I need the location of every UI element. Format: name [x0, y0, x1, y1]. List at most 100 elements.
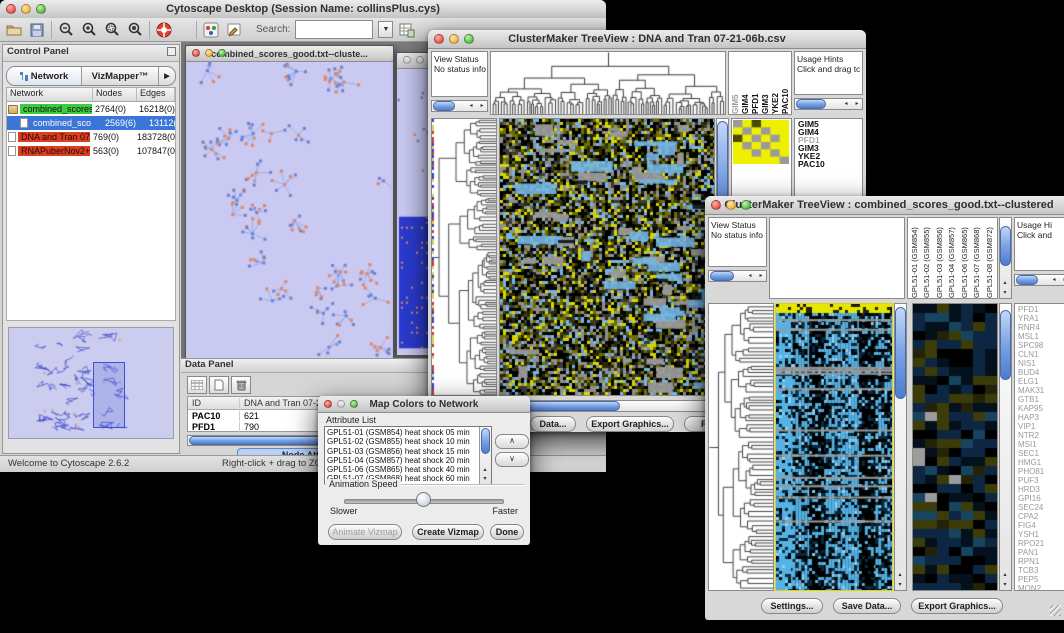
overview-viewport-rect[interactable]	[93, 362, 125, 428]
network-list-header[interactable]: Network Nodes Edges	[7, 88, 175, 102]
scroll-up-icon[interactable]	[1000, 278, 1010, 288]
gene-label[interactable]: GPI16	[1018, 494, 1064, 503]
scroll-left-icon[interactable]	[841, 99, 851, 109]
gene-label[interactable]: CPA2	[1018, 512, 1064, 521]
create-vizmap-button[interactable]: Create Vizmap	[412, 524, 484, 540]
slider-thumb[interactable]	[416, 492, 431, 507]
gene-label[interactable]: NIS1	[1018, 359, 1064, 368]
column-label[interactable]: GPL51-03 (GSM856)	[935, 220, 947, 298]
network-row[interactable]: RNAPuberNov2+ 563(0) 107847(0)	[7, 144, 175, 158]
network-row[interactable]: combined_sco 2569(6) 13112(15)	[7, 116, 175, 130]
minimize-button[interactable]	[726, 200, 736, 210]
search-input[interactable]	[295, 20, 373, 39]
scrollbar-thumb[interactable]	[1000, 310, 1011, 380]
column-label[interactable]: PFD1	[751, 54, 761, 114]
minimize-button[interactable]	[205, 49, 213, 57]
gene-label[interactable]: MSL1	[1018, 332, 1064, 341]
scroll-right-icon[interactable]	[852, 99, 862, 109]
gene-label[interactable]: HMG1	[1018, 458, 1064, 467]
minimize-button[interactable]	[21, 4, 31, 14]
save-icon[interactable]	[28, 21, 46, 39]
network-view-titlebar[interactable]: combined_scores_good.txt--cluste...	[186, 46, 393, 62]
close-button[interactable]	[711, 200, 721, 210]
gene-dendrogram-pane[interactable]	[431, 118, 497, 396]
global-heatmap-pane[interactable]	[775, 303, 893, 591]
gene-label[interactable]: SEC24	[1018, 503, 1064, 512]
zoom-button[interactable]	[218, 49, 226, 57]
vizmap-dots-icon[interactable]	[202, 21, 220, 39]
zoom-button[interactable]	[464, 34, 474, 44]
network-row[interactable]: combined_scores 2764(0) 16218(0)	[7, 102, 175, 116]
gene-label[interactable]: HRD3	[1018, 485, 1064, 494]
network-graph-canvas[interactable]	[186, 62, 391, 357]
gene-label[interactable]: RPN1	[1018, 557, 1064, 566]
float-panel-icon[interactable]	[167, 47, 176, 56]
gene-label[interactable]: FIG4	[1018, 521, 1064, 530]
gene-label[interactable]: RNR4	[1018, 323, 1064, 332]
close-button[interactable]	[192, 49, 200, 57]
settings-button[interactable]: Settings...	[761, 598, 823, 614]
scroll-right-icon[interactable]	[477, 101, 487, 111]
gene-label[interactable]: NTR2	[1018, 431, 1064, 440]
help-life-ring-icon[interactable]	[155, 21, 173, 39]
gene-label[interactable]: PFD1	[1018, 305, 1064, 314]
tab-vizmapper[interactable]: VizMapper™	[82, 67, 159, 85]
global-vscrollbar[interactable]	[894, 303, 907, 591]
gene-label[interactable]: PAN1	[1018, 548, 1064, 557]
zoom-selected-icon[interactable]	[103, 21, 121, 39]
scroll-down-icon[interactable]	[1000, 288, 1010, 298]
column-label[interactable]: YKE2	[771, 54, 781, 114]
attribute-list-scrollbar[interactable]	[479, 427, 491, 484]
usage-hscrollbar[interactable]	[1014, 274, 1064, 286]
import-table-icon[interactable]	[398, 21, 416, 39]
open-file-icon[interactable]	[5, 21, 23, 39]
status-hscrollbar[interactable]	[431, 100, 488, 112]
scroll-up-icon[interactable]	[895, 570, 905, 580]
export-graphics-button[interactable]: Export Graphics...	[586, 416, 674, 432]
scroll-left-icon[interactable]	[466, 101, 476, 111]
move-down-button[interactable]: ∨	[495, 452, 529, 467]
scroll-down-icon[interactable]	[1000, 580, 1010, 590]
column-label[interactable]: GPL51-02 (GSM855)	[922, 220, 934, 298]
attribute-item[interactable]: GPL51-01 (GSM854) heat shock 05 min	[325, 428, 491, 437]
scroll-down-icon[interactable]	[480, 474, 490, 484]
attribute-item[interactable]: GPL51-06 (GSM865) heat shock 40 min	[325, 465, 491, 474]
gene-label[interactable]: RPO21	[1018, 539, 1064, 548]
scroll-up-icon[interactable]	[1000, 570, 1010, 580]
gene-label[interactable]: SPC98	[1018, 341, 1064, 350]
table-grid-icon[interactable]	[187, 376, 207, 394]
column-label[interactable]: GIM3	[761, 54, 771, 114]
zoom-button[interactable]	[36, 4, 46, 14]
new-document-icon[interactable]	[209, 376, 229, 394]
gene-label[interactable]: TCB3	[1018, 566, 1064, 575]
scrollbar-thumb[interactable]	[796, 99, 826, 109]
global-heatmap-pane[interactable]	[499, 118, 715, 396]
column-label[interactable]: GPL51-07 (GSM868)	[972, 220, 984, 298]
tabs-overflow-button[interactable]: ▶	[159, 67, 175, 85]
gene-label[interactable]: PEP5	[1018, 575, 1064, 584]
treeview1-titlebar[interactable]: ClusterMaker TreeView : DNA and Tran 07-…	[428, 30, 866, 49]
zoom-vscrollbar[interactable]	[999, 303, 1012, 591]
attribute-list[interactable]: GPL51-01 (GSM854) heat shock 05 min GPL51…	[324, 426, 492, 485]
scroll-right-icon[interactable]	[756, 271, 766, 281]
move-up-button[interactable]: ∧	[495, 434, 529, 449]
close-button[interactable]	[434, 34, 444, 44]
column-label[interactable]: PAC10	[781, 54, 791, 114]
column-dendrogram-pane[interactable]	[769, 217, 905, 299]
gene-label[interactable]: ELG1	[1018, 377, 1064, 386]
column-label[interactable]: GPL51-06 (GSM865)	[960, 220, 972, 298]
column-dendrogram-pane[interactable]	[490, 51, 726, 115]
scrollbar-thumb[interactable]	[481, 428, 490, 454]
gene-label[interactable]: GTB1	[1018, 395, 1064, 404]
column-label[interactable]: GPL51-01 (GSM854)	[910, 220, 922, 298]
minimize-button[interactable]	[416, 56, 424, 64]
zoom-heatmap-pane[interactable]	[912, 303, 998, 591]
gene-label[interactable]: CLN1	[1018, 350, 1064, 359]
gene-label[interactable]: MON2	[1018, 584, 1064, 591]
scrollbar-thumb[interactable]	[1016, 275, 1038, 285]
scroll-down-icon[interactable]	[895, 580, 905, 590]
done-button[interactable]: Done	[490, 524, 524, 540]
gene-dendrogram-pane[interactable]	[708, 303, 774, 591]
scroll-right-icon[interactable]	[1060, 275, 1064, 285]
network-overview-pane[interactable]	[8, 327, 174, 439]
